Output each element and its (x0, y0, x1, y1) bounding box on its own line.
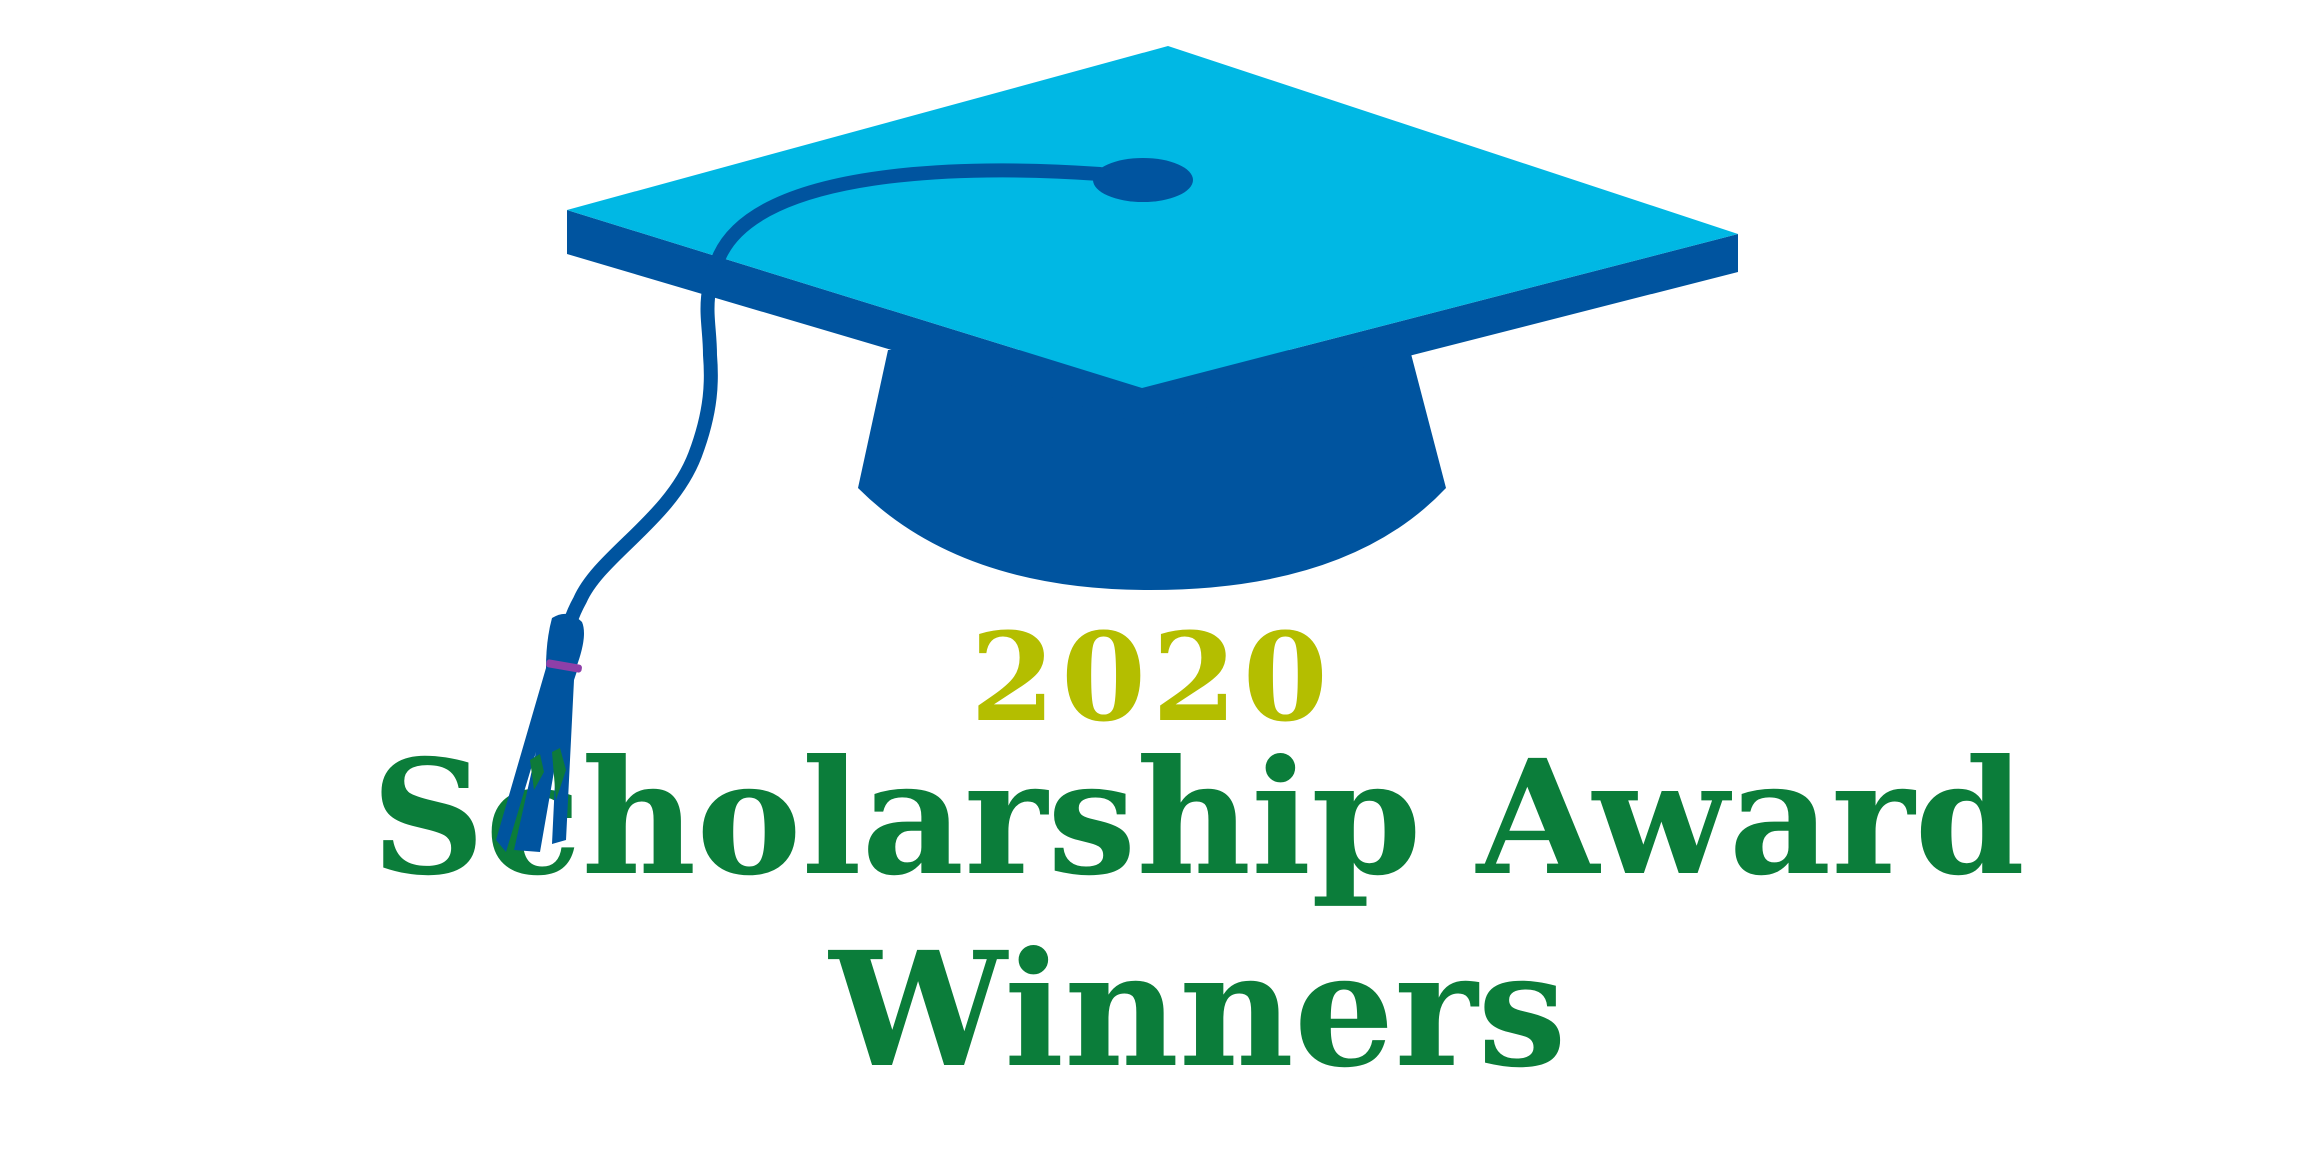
cap-board-top (567, 46, 1738, 388)
award-title-line2: Winners (829, 918, 1567, 1103)
cap-button (1093, 158, 1193, 202)
announcement-graphic: 2020 Scholarship Award Winners (0, 0, 2304, 1152)
award-year: 2020 (970, 605, 1334, 749)
award-title-line1: Scholarship Award (371, 726, 2025, 911)
